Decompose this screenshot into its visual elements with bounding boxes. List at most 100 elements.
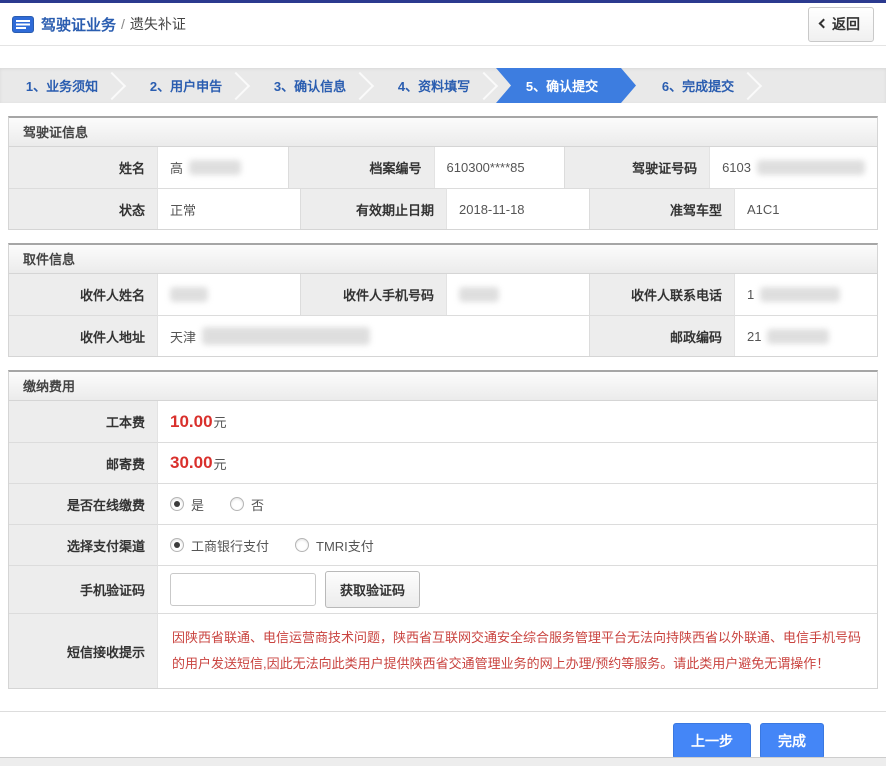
vehicle-class-value-text: A1C1 bbox=[747, 202, 780, 217]
name-value: 高 bbox=[157, 147, 288, 188]
fee-unit: 元 bbox=[214, 412, 227, 431]
step-1-business-notice: 1、业务须知 bbox=[0, 68, 124, 103]
delivery-row-1: 收件人姓名 收件人手机号码 收件人联系电话 1 bbox=[9, 274, 877, 315]
status-label: 状态 bbox=[9, 188, 157, 229]
sms-notice-text: 因陕西省联通、电信运营商技术问题，陕西省互联网交通安全综合服务管理平台无法向持陕… bbox=[157, 613, 877, 688]
file-no-value-text: 610300****85 bbox=[447, 160, 525, 175]
name-value-text: 高 bbox=[170, 158, 183, 177]
file-no-value: 610300****85 bbox=[434, 147, 565, 188]
recipient-address-value: 天津 bbox=[157, 315, 589, 356]
payment-channel-label: 选择支付渠道 bbox=[9, 524, 157, 565]
page-title: 驾驶证业务 bbox=[41, 14, 116, 35]
section-fees-title: 缴纳费用 bbox=[9, 372, 877, 401]
recipient-mobile-label: 收件人手机号码 bbox=[300, 274, 446, 315]
previous-step-button[interactable]: 上一步 bbox=[673, 723, 751, 759]
radio-online-no-label[interactable]: 否 bbox=[251, 495, 264, 514]
expiry-value: 2018-11-18 bbox=[446, 188, 589, 229]
status-value: 正常 bbox=[157, 188, 300, 229]
fee-row-sms-notice: 短信接收提示 因陕西省联通、电信运营商技术问题，陕西省互联网交通安全综合服务管理… bbox=[9, 613, 877, 688]
postal-code-value: 21 bbox=[734, 315, 877, 356]
step-4-fill-materials: 4、资料填写 bbox=[372, 68, 496, 103]
recipient-phone-value: 1 bbox=[734, 274, 877, 315]
recipient-phone-label: 收件人联系电话 bbox=[589, 274, 734, 315]
horizontal-scrollbar[interactable] bbox=[0, 757, 886, 766]
fee-unit: 元 bbox=[214, 454, 227, 473]
section-delivery-info: 取件信息 收件人姓名 收件人手机号码 收件人联系电话 1 收件人地址 天津 邮政… bbox=[8, 243, 878, 357]
step-5-confirm-submit-active: 5、确认提交 bbox=[496, 68, 636, 103]
license-services-icon bbox=[12, 16, 34, 33]
section-license-info: 驾驶证信息 姓名 高 档案编号 610300****85 驾驶证号码 6103 … bbox=[8, 116, 878, 230]
section-delivery-title: 取件信息 bbox=[9, 245, 877, 274]
license-row-1: 姓名 高 档案编号 610300****85 驾驶证号码 6103 bbox=[9, 147, 877, 188]
finish-button[interactable]: 完成 bbox=[760, 723, 824, 759]
name-label: 姓名 bbox=[9, 147, 157, 188]
breadcrumb-separator: / bbox=[121, 16, 125, 32]
online-payment-options: 是 否 bbox=[157, 483, 877, 524]
radio-channel-icbc[interactable] bbox=[170, 538, 184, 552]
license-no-value: 6103 bbox=[709, 147, 877, 188]
section-license-title: 驾驶证信息 bbox=[9, 118, 877, 147]
expiry-label: 有效期止日期 bbox=[300, 188, 446, 229]
vehicle-class-value: A1C1 bbox=[734, 188, 877, 229]
recipient-mobile-value bbox=[446, 274, 589, 315]
redacted-blur bbox=[170, 287, 208, 302]
radio-channel-icbc-label[interactable]: 工商银行支付 bbox=[191, 536, 269, 555]
step-6-complete-submit: 6、完成提交 bbox=[636, 68, 760, 103]
step-label: 1、业务须知 bbox=[26, 76, 98, 95]
radio-online-no[interactable] bbox=[230, 497, 244, 511]
step-label: 3、确认信息 bbox=[274, 76, 346, 95]
postal-code-value-text: 21 bbox=[747, 329, 761, 344]
radio-online-yes-label[interactable]: 是 bbox=[191, 495, 204, 514]
postage-fee-label: 邮寄费 bbox=[9, 442, 157, 483]
redacted-blur bbox=[767, 329, 829, 344]
section-fees: 缴纳费用 工本费 10.00 元 邮寄费 30.00 元 是否在线缴费 是 否 … bbox=[8, 370, 878, 689]
fee-row-production: 工本费 10.00 元 bbox=[9, 401, 877, 442]
production-fee-value: 10.00 元 bbox=[157, 401, 877, 442]
step-bar-filler bbox=[760, 68, 886, 103]
radio-channel-tmri-label[interactable]: TMRI支付 bbox=[316, 536, 374, 555]
chevron-left-icon bbox=[819, 19, 829, 29]
recipient-address-label: 收件人地址 bbox=[9, 315, 157, 356]
production-fee-label: 工本费 bbox=[9, 401, 157, 442]
back-button[interactable]: 返回 bbox=[808, 7, 874, 42]
page-header: 驾驶证业务 / 遗失补证 返回 bbox=[0, 3, 886, 46]
back-button-label: 返回 bbox=[832, 14, 860, 34]
payment-channel-options: 工商银行支付 TMRI支付 bbox=[157, 524, 877, 565]
license-no-label: 驾驶证号码 bbox=[564, 147, 709, 188]
expiry-value-text: 2018-11-18 bbox=[459, 202, 525, 217]
file-no-label: 档案编号 bbox=[288, 147, 434, 188]
get-code-button[interactable]: 获取验证码 bbox=[325, 571, 420, 608]
redacted-blur bbox=[757, 160, 865, 175]
license-row-2: 状态 正常 有效期止日期 2018-11-18 准驾车型 A1C1 bbox=[9, 188, 877, 229]
wizard-step-bar: 1、业务须知 2、用户申告 3、确认信息 4、资料填写 5、确认提交 6、完成提… bbox=[0, 68, 886, 103]
recipient-name-label: 收件人姓名 bbox=[9, 274, 157, 315]
online-payment-label: 是否在线缴费 bbox=[9, 483, 157, 524]
fee-row-sms-code: 手机验证码 获取验证码 bbox=[9, 565, 877, 613]
step-2-user-declaration: 2、用户申告 bbox=[124, 68, 248, 103]
step-label: 5、确认提交 bbox=[526, 76, 598, 95]
status-value-text: 正常 bbox=[170, 200, 196, 219]
postage-fee-amount: 30.00 bbox=[170, 453, 213, 473]
fee-row-payment-channel: 选择支付渠道 工商银行支付 TMRI支付 bbox=[9, 524, 877, 565]
delivery-row-2: 收件人地址 天津 邮政编码 21 bbox=[9, 315, 877, 356]
step-label: 2、用户申告 bbox=[150, 76, 222, 95]
license-no-value-text: 6103 bbox=[722, 160, 751, 175]
recipient-phone-value-text: 1 bbox=[747, 287, 754, 302]
fee-row-postage: 邮寄费 30.00 元 bbox=[9, 442, 877, 483]
recipient-address-value-text: 天津 bbox=[170, 327, 196, 346]
vehicle-class-label: 准驾车型 bbox=[589, 188, 734, 229]
postage-fee-value: 30.00 元 bbox=[157, 442, 877, 483]
redacted-blur bbox=[459, 287, 499, 302]
redacted-blur bbox=[202, 327, 370, 345]
production-fee-amount: 10.00 bbox=[170, 412, 213, 432]
step-3-confirm-info: 3、确认信息 bbox=[248, 68, 372, 103]
redacted-blur bbox=[189, 160, 241, 175]
fee-row-online-payment: 是否在线缴费 是 否 bbox=[9, 483, 877, 524]
sms-code-input[interactable] bbox=[170, 573, 316, 606]
breadcrumb-current: 遗失补证 bbox=[130, 14, 186, 34]
radio-channel-tmri[interactable] bbox=[295, 538, 309, 552]
sms-notice-label: 短信接收提示 bbox=[9, 613, 157, 688]
radio-online-yes[interactable] bbox=[170, 497, 184, 511]
sms-code-label: 手机验证码 bbox=[9, 565, 157, 613]
step-label: 4、资料填写 bbox=[398, 76, 470, 95]
